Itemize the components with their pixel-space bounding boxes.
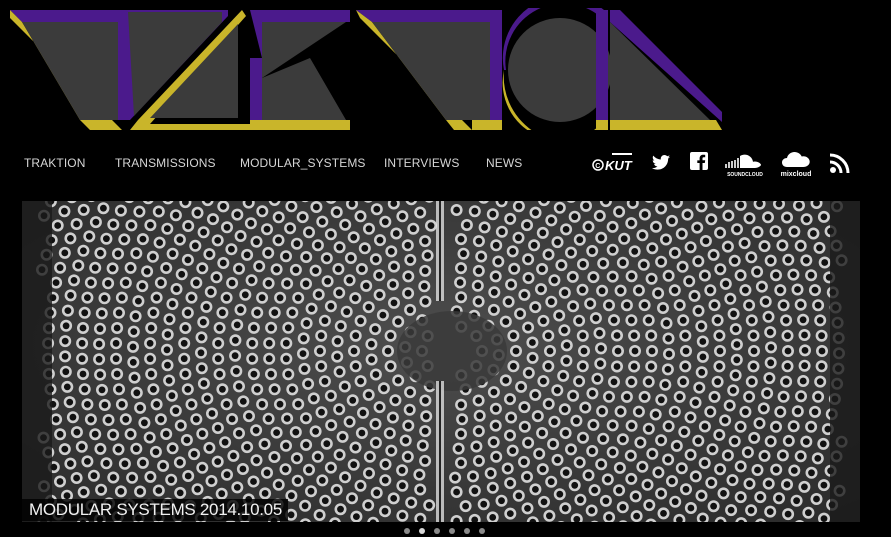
twitter-icon [652,155,670,170]
slider-dot[interactable] [434,528,440,534]
mixcloud-caption: mixcloud [781,171,812,178]
logo-letter-k [356,10,494,130]
kut-radio-link[interactable]: C KUT [592,150,634,176]
logo-letter-t [10,10,122,130]
logo-letter-o [502,8,612,130]
soundcloud-icon: SOUNDCLOUD [725,154,763,178]
rss-icon [829,153,850,174]
facebook-icon [690,152,708,170]
svg-text:KUT: KUT [605,158,633,173]
soundcloud-link[interactable]: SOUNDCLOUD [724,150,766,178]
diatom-microscope-image [22,201,860,522]
slide-caption[interactable]: MODULAR SYSTEMS 2014.10.05 [22,499,288,521]
slider-dot[interactable] [464,528,470,534]
svg-text:C: C [595,163,600,170]
mixcloud-icon: mixcloud [781,152,812,178]
logo-letter-n [610,10,722,130]
kut-radio-icon: C KUT [592,153,633,173]
slider-dot[interactable] [419,528,425,534]
social-links: C KUT SOUNDCLOUD mixcloud [0,148,891,180]
slider-dot[interactable] [479,528,485,534]
page: TRAKTION TRANSMISSIONS MODULAR_SYSTEMS I… [0,0,891,537]
mixcloud-link[interactable]: mixcloud [780,150,814,178]
logo-letter-a [250,10,350,130]
soundcloud-caption: SOUNDCLOUD [727,172,763,178]
image-slider[interactable] [22,201,860,522]
logo-letter-i [472,10,502,130]
site-logo[interactable] [10,8,722,130]
rss-link[interactable] [829,152,853,174]
facebook-link[interactable] [690,152,708,170]
logo-letter-r [118,10,250,130]
slider-dot[interactable] [404,528,410,534]
twitter-link[interactable] [652,155,670,170]
slider-dot[interactable] [449,528,455,534]
